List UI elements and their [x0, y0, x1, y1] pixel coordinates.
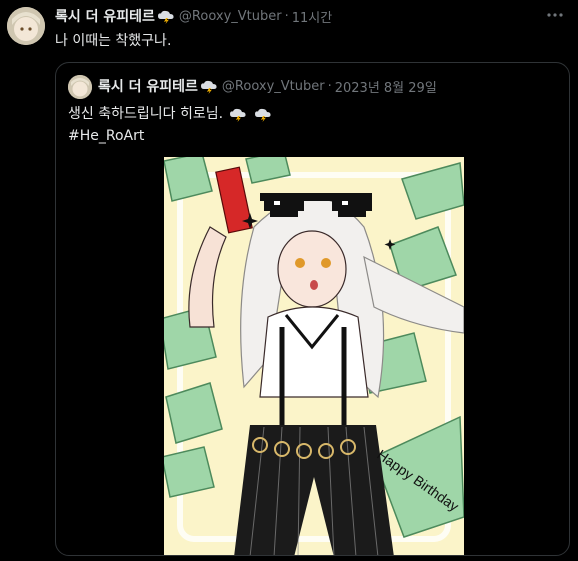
quoted-author-handle: @Rooxy_Vtuber: [221, 78, 325, 94]
quoted-author-avatar: [68, 75, 92, 99]
tweet-text: 나 이때는 착했구나.: [55, 33, 172, 49]
separator-dot: ·: [327, 78, 332, 94]
quoted-tweet-header: 록시 더 유피테르 @Rooxy_Vtuber · 2023년 8월 29일: [98, 76, 437, 96]
storm-cloud-icon: [254, 107, 272, 122]
tweet-time[interactable]: 11시간: [292, 7, 332, 26]
tweet[interactable]: 록시 더 유피테르 @Rooxy_Vtuber · 11시간 나 이때는 착했구…: [0, 0, 578, 561]
quoted-tweet-date: 2023년 8월 29일: [334, 80, 437, 96]
birthday-illustration: Happy Birthday: [164, 157, 464, 555]
quoted-tweet-line1: 생신 축하드립니다 히로님.: [68, 106, 224, 122]
author-avatar[interactable]: [7, 7, 45, 45]
author-handle[interactable]: @Rooxy_Vtuber: [179, 9, 282, 24]
storm-cloud-icon: [200, 79, 218, 94]
author-name[interactable]: 록시 더 유피테르: [55, 6, 155, 26]
tweet-header: 록시 더 유피테르 @Rooxy_Vtuber · 11시간: [55, 6, 332, 26]
quoted-tweet[interactable]: 록시 더 유피테르 @Rooxy_Vtuber · 2023년 8월 29일 생…: [55, 62, 570, 556]
more-horizontal-icon[interactable]: [544, 6, 566, 24]
quoted-tweet-text: 생신 축하드립니다 히로님. #He_RoArt: [68, 103, 272, 147]
separator-dot: ·: [284, 8, 289, 24]
quoted-tweet-image[interactable]: Happy Birthday: [164, 157, 464, 555]
storm-cloud-icon: [229, 107, 247, 122]
hashtag-link[interactable]: #He_RoArt: [68, 125, 272, 147]
quoted-author-name: 록시 더 유피테르: [98, 79, 198, 95]
storm-cloud-icon: [157, 9, 175, 24]
